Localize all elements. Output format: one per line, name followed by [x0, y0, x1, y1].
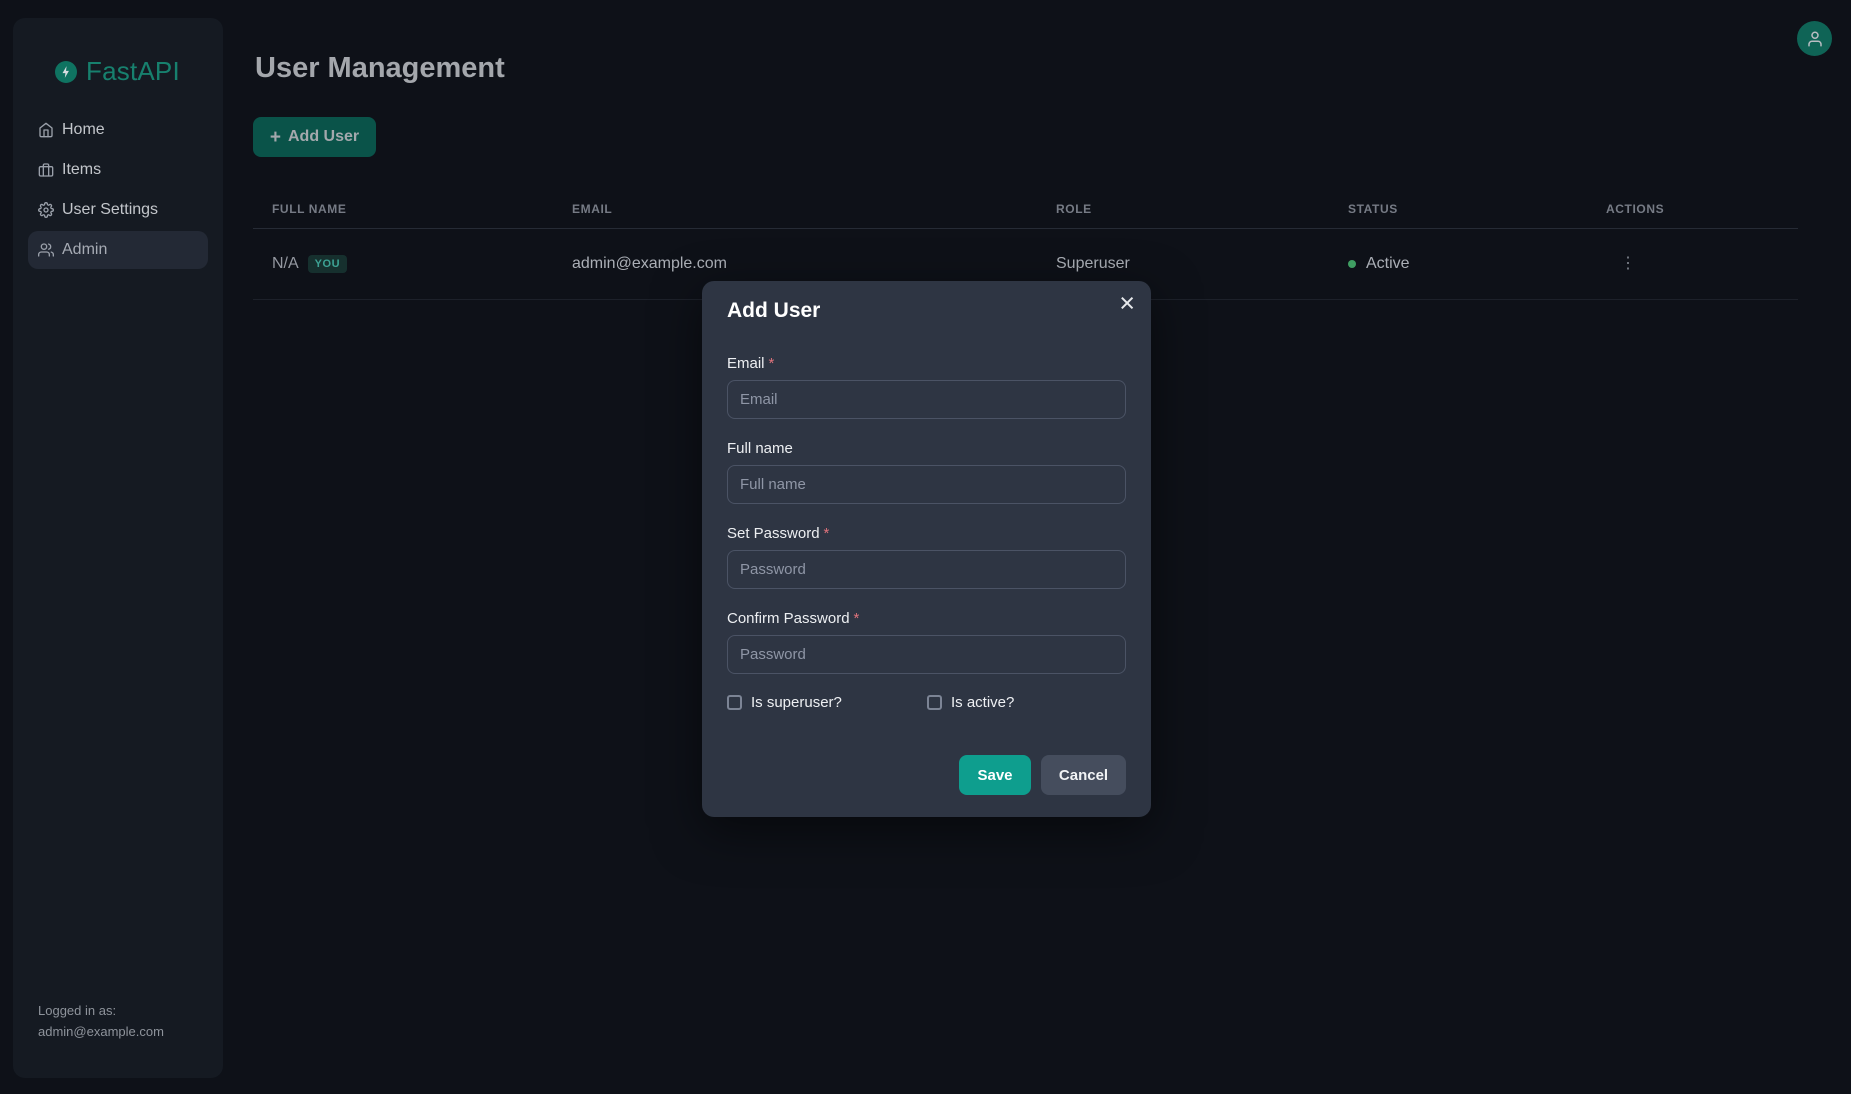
- add-user-modal: Add User × Email* Full name Set Password…: [702, 281, 1151, 817]
- home-icon: [38, 122, 54, 138]
- column-header-role: Role: [1037, 202, 1329, 216]
- sidebar-item-items[interactable]: Items: [28, 151, 208, 189]
- logged-in-email: admin@example.com: [38, 1021, 164, 1042]
- user-menu-button[interactable]: [1797, 21, 1832, 56]
- column-header-status: Status: [1329, 202, 1587, 216]
- cancel-button[interactable]: Cancel: [1041, 755, 1126, 795]
- sidebar-item-user-settings[interactable]: User Settings: [28, 191, 208, 229]
- set-password-input[interactable]: [727, 550, 1126, 589]
- plus-icon: +: [270, 128, 281, 147]
- required-asterisk: *: [854, 610, 860, 627]
- cell-actions: ⋮: [1587, 256, 1798, 272]
- cell-role: Superuser: [1037, 255, 1329, 273]
- fastapi-logo[interactable]: FastAPI: [13, 18, 223, 87]
- set-password-label: Set Password*: [727, 525, 1126, 542]
- is-superuser-label: Is superuser?: [751, 694, 842, 711]
- users-icon: [38, 242, 54, 258]
- set-password-field-group: Set Password*: [727, 525, 1126, 589]
- column-header-actions: Actions: [1587, 202, 1798, 216]
- save-button[interactable]: Save: [959, 755, 1031, 795]
- checkbox-row: Is superuser? Is active?: [727, 694, 1126, 711]
- sidebar-item-admin[interactable]: Admin: [28, 231, 208, 269]
- full-name-field-group: Full name: [727, 440, 1126, 504]
- column-header-full-name: Full Name: [253, 202, 553, 216]
- close-icon[interactable]: ×: [1119, 289, 1135, 319]
- full-name-value: N/A: [272, 255, 299, 273]
- is-active-checkbox[interactable]: Is active?: [927, 694, 1014, 711]
- confirm-password-input[interactable]: [727, 635, 1126, 674]
- modal-title: Add User: [727, 300, 1126, 322]
- page-title: User Management: [255, 52, 505, 85]
- is-active-label: Is active?: [951, 694, 1014, 711]
- cell-full-name: N/A YOU: [253, 255, 553, 273]
- you-badge: YOU: [308, 255, 347, 273]
- person-icon: [1806, 30, 1824, 48]
- email-field-group: Email*: [727, 355, 1126, 419]
- active-status-dot: [1348, 260, 1356, 268]
- full-name-input[interactable]: [727, 465, 1126, 504]
- modal-button-row: Save Cancel: [727, 755, 1126, 795]
- is-superuser-checkbox[interactable]: Is superuser?: [727, 694, 927, 711]
- sidebar-item-label: Home: [62, 121, 105, 139]
- checkbox-icon[interactable]: [727, 695, 742, 710]
- column-header-email: Email: [553, 202, 1037, 216]
- checkbox-icon[interactable]: [927, 695, 942, 710]
- logged-in-as: Logged in as: admin@example.com: [38, 1000, 164, 1042]
- sidebar-item-label: Admin: [62, 241, 107, 259]
- add-user-button[interactable]: + Add User: [253, 117, 376, 157]
- cell-email: admin@example.com: [553, 255, 1037, 273]
- sidebar-item-home[interactable]: Home: [28, 111, 208, 149]
- sidebar-item-label: User Settings: [62, 201, 158, 219]
- sidebar: FastAPI Home Items User Settings Admin: [13, 18, 223, 1078]
- table-header-row: Full Name Email Role Status Actions: [253, 190, 1798, 229]
- add-user-button-label: Add User: [288, 128, 359, 146]
- required-asterisk: *: [769, 355, 775, 372]
- cell-status: Active: [1329, 255, 1587, 273]
- confirm-password-label: Confirm Password*: [727, 610, 1126, 627]
- briefcase-icon: [38, 162, 54, 178]
- gear-icon: [38, 202, 54, 218]
- email-label: Email*: [727, 355, 1126, 372]
- email-input[interactable]: [727, 380, 1126, 419]
- sidebar-nav: Home Items User Settings Admin: [13, 111, 223, 269]
- logged-in-as-label: Logged in as:: [38, 1000, 164, 1021]
- sidebar-item-label: Items: [62, 161, 101, 179]
- full-name-label: Full name: [727, 440, 1126, 457]
- required-asterisk: *: [824, 525, 830, 542]
- kebab-menu-icon[interactable]: ⋮: [1620, 256, 1636, 272]
- fastapi-bolt-icon: [55, 61, 77, 83]
- brand-name: FastAPI: [86, 56, 180, 87]
- confirm-password-field-group: Confirm Password*: [727, 610, 1126, 674]
- status-value: Active: [1366, 255, 1410, 273]
